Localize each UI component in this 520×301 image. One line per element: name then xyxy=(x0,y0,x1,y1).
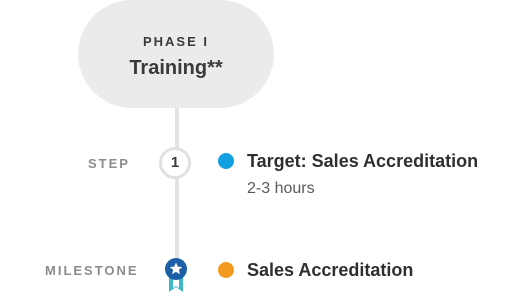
milestone-label: MILESTONE xyxy=(45,263,139,278)
phase-label: PHASE I xyxy=(142,34,209,49)
milestone-title: Sales Accreditation xyxy=(247,260,414,280)
milestone-dot xyxy=(218,262,234,278)
step-number-badge: 1 xyxy=(159,147,191,179)
step-title: Target: Sales Accreditation xyxy=(247,151,479,171)
phase-pill: PHASE I Training** xyxy=(78,0,274,108)
phase-title: Training** xyxy=(129,57,223,79)
award-ribbon-icon xyxy=(164,257,188,293)
step-label: STEP xyxy=(88,156,130,171)
step-duration: 2-3 hours xyxy=(247,180,315,197)
step-dot xyxy=(218,153,234,169)
